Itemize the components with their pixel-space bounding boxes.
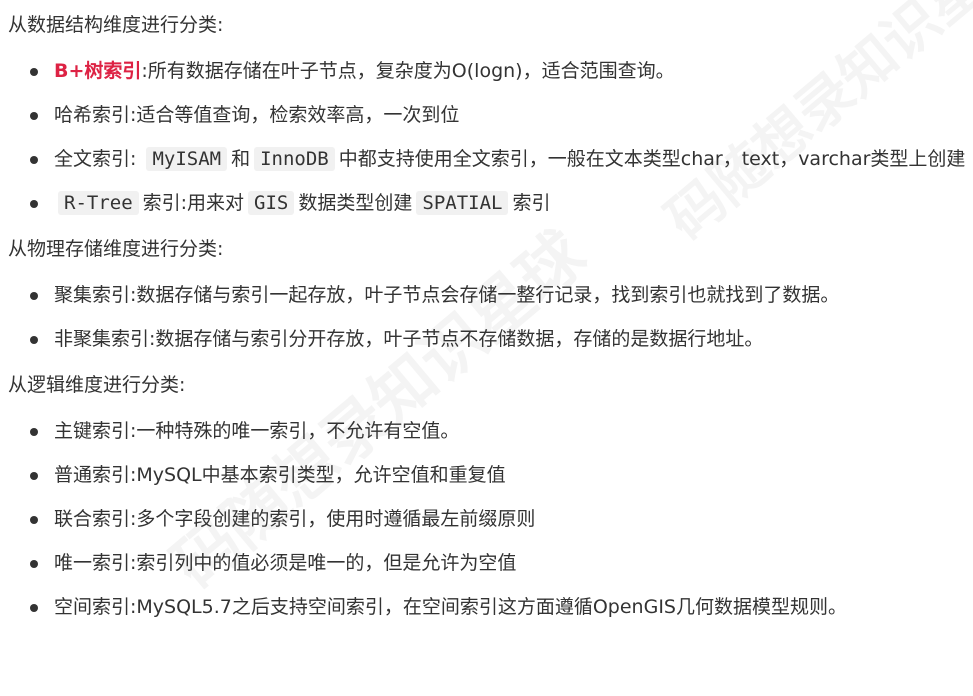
list-item: 主键索引:一种特殊的唯一索引，不允许有空值。 (8, 413, 973, 450)
bullet-icon (30, 68, 38, 76)
bullet-icon (30, 292, 38, 300)
list-item: 全文索引: MyISAM 和 InnoDB 中都支持使用全文索引，一般在文本类型cha… (8, 141, 973, 178)
document-content: 从数据结构维度进行分类: B+树索引:所有数据存储在叶子节点，复杂度为O(log… (0, 0, 973, 626)
list-item-text: 联合索引:多个字段创建的索引，使用时遵循最左前缀原则 (54, 508, 536, 530)
inline-code: SPATIAL (416, 191, 509, 215)
bullet-icon (30, 604, 38, 612)
list-item-text: 索引 (512, 192, 551, 214)
highlight-term: B+树索引 (54, 60, 142, 82)
section-heading-physical-storage: 从物理存储维度进行分类: (8, 238, 224, 260)
bullet-icon (30, 200, 38, 208)
list-item-text: 索引:用来对 (142, 192, 245, 214)
bullet-icon (30, 428, 38, 436)
list-item: 联合索引:多个字段创建的索引，使用时遵循最左前缀原则 (8, 501, 973, 538)
section-heading-logical: 从逻辑维度进行分类: (8, 374, 186, 396)
list-item-text: 哈希索引:适合等值查询，检索效率高，一次到位 (54, 104, 460, 126)
inline-code: GIS (248, 191, 295, 215)
list-item: 非聚集索引:数据存储与索引分开存放，叶子节点不存储数据，存储的是数据行地址。 (8, 321, 973, 358)
list-item-text: 普通索引:MySQL中基本索引类型，允许空值和重复值 (54, 464, 506, 486)
list-item-text: 主键索引:一种特殊的唯一索引，不允许有空值。 (54, 420, 460, 442)
inline-code: R-Tree (58, 191, 139, 215)
list-item: 聚集索引:数据存储与索引一起存放，叶子节点会存储一整行记录，找到索引也就找到了数… (8, 277, 973, 314)
list-item: R-Tree 索引:用来对 GIS 数据类型创建 SPATIAL 索引 (8, 185, 973, 222)
list-item-text: 聚集索引:数据存储与索引一起存放，叶子节点会存储一整行记录，找到索引也就找到了数… (54, 284, 840, 306)
list-physical-storage: 聚集索引:数据存储与索引一起存放，叶子节点会存储一整行记录，找到索引也就找到了数… (8, 277, 973, 358)
bullet-icon (30, 472, 38, 480)
bullet-icon (30, 560, 38, 568)
list-item: 哈希索引:适合等值查询，检索效率高，一次到位 (8, 97, 973, 134)
list-item-text: 中都支持使用全文索引，一般在文本类型char，text，varchar类型上创建 (338, 148, 966, 170)
page: 码随想录知识星球 码随想录知识星球 从数据结构维度进行分类: B+树索引:所有数… (0, 0, 973, 696)
inline-code: InnoDB (254, 147, 335, 171)
list-item-text: :所有数据存储在叶子节点，复杂度为O(logn)，适合范围查询。 (141, 60, 675, 82)
bullet-icon (30, 156, 38, 164)
list-item-text: 非聚集索引:数据存储与索引分开存放，叶子节点不存储数据，存储的是数据行地址。 (54, 328, 764, 350)
list-item-text: 全文索引: (54, 148, 143, 170)
list-item-text: 数据类型创建 (298, 192, 413, 214)
list-item-text: 空间索引:MySQL5.7之后支持空间索引，在空间索引这方面遵循OpenGIS几… (54, 596, 847, 618)
bullet-icon (30, 112, 38, 120)
list-item: 空间索引:MySQL5.7之后支持空间索引，在空间索引这方面遵循OpenGIS几… (8, 589, 973, 626)
inline-code: MyISAM (146, 147, 228, 171)
bullet-icon (30, 336, 38, 344)
list-data-structure: B+树索引:所有数据存储在叶子节点，复杂度为O(logn)，适合范围查询。 哈希… (8, 53, 973, 222)
bullet-icon (30, 516, 38, 524)
list-item: 普通索引:MySQL中基本索引类型，允许空值和重复值 (8, 457, 973, 494)
list-logical: 主键索引:一种特殊的唯一索引，不允许有空值。 普通索引:MySQL中基本索引类型… (8, 413, 973, 626)
list-item: B+树索引:所有数据存储在叶子节点，复杂度为O(logn)，适合范围查询。 (8, 53, 973, 90)
section-heading-data-structure: 从数据结构维度进行分类: (8, 14, 224, 36)
list-item: 唯一索引:索引列中的值必须是唯一的，但是允许为空值 (8, 545, 973, 582)
list-item-text: 唯一索引:索引列中的值必须是唯一的，但是允许为空值 (54, 552, 517, 574)
list-item-text: 和 (231, 148, 251, 170)
